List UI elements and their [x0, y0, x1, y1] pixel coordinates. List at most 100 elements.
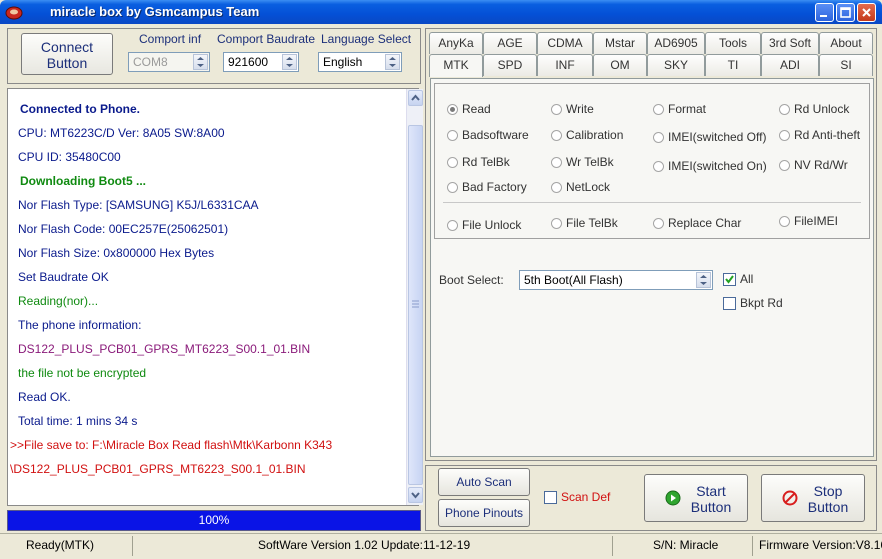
boot-select-value: 5th Boot(All Flash): [524, 273, 623, 287]
checkbox-bkpt-rd[interactable]: Bkpt Rd: [723, 296, 783, 310]
radio-label: NV Rd/Wr: [794, 158, 848, 172]
radio-bad-factory[interactable]: Bad Factory: [447, 180, 527, 194]
language-value: English: [323, 55, 363, 69]
window-title: miracle box by Gsmcampus Team: [50, 4, 260, 19]
maximize-button[interactable]: [836, 3, 855, 22]
tab-about[interactable]: About: [819, 32, 873, 54]
tab-inf[interactable]: INF: [537, 54, 593, 76]
checkbox-empty-icon: [544, 490, 557, 504]
log-line: Read OK.: [18, 390, 71, 404]
radio-label: Badsoftware: [462, 128, 529, 142]
tab-sky[interactable]: SKY: [647, 54, 705, 76]
log-output[interactable]: Connected to Phone. CPU: MT6223C/D Ver: …: [7, 88, 423, 506]
tab-om[interactable]: OM: [593, 54, 647, 76]
log-line: Nor Flash Type: [SAMSUNG] K5J/L6331CAA: [18, 198, 259, 212]
radio-file-imei[interactable]: FileIMEI: [779, 214, 838, 228]
radio-dot-icon: [447, 156, 458, 168]
radio-label: Format: [668, 102, 707, 116]
radio-label: Read: [462, 102, 491, 116]
connect-button[interactable]: Connect Button: [21, 33, 113, 75]
start-button[interactable]: Start Button: [644, 474, 748, 522]
radio-label: Rd Unlock: [794, 102, 850, 116]
tab-anyka[interactable]: AnyKa: [429, 32, 483, 54]
spin-arrows-icon[interactable]: [385, 54, 400, 70]
radio-rd-unlock[interactable]: Rd Unlock: [779, 102, 849, 116]
radio-dot-icon: [653, 131, 664, 143]
tab-3rd-soft[interactable]: 3rd Soft: [761, 32, 819, 54]
radio-replace-char[interactable]: Replace Char: [653, 216, 741, 230]
tab-ad6905[interactable]: AD6905: [647, 32, 705, 54]
status-firmware-version: Firmware Version:V8.16: [759, 538, 882, 552]
tab-age[interactable]: AGE: [483, 32, 537, 54]
radio-calibration[interactable]: Calibration: [551, 128, 623, 142]
radio-dot-icon: [779, 159, 790, 171]
radio-netlock[interactable]: NetLock: [551, 180, 610, 194]
log-line: Set Baudrate OK: [18, 270, 109, 284]
auto-scan-button[interactable]: Auto Scan Button: [438, 468, 530, 515]
action-group: Auto Scan Button Phone Pinouts Scan Def …: [425, 465, 877, 531]
spin-arrows-icon[interactable]: [193, 54, 208, 70]
radio-imei-off[interactable]: IMEI(switched Off): [653, 130, 766, 144]
radio-imei-on[interactable]: IMEI(switched On): [653, 159, 767, 173]
radio-rd-telbk[interactable]: Rd TelBk: [447, 155, 510, 169]
radio-file-telbk[interactable]: File TelBk: [551, 216, 618, 230]
boot-select[interactable]: 5th Boot(All Flash): [519, 270, 713, 290]
tab-ti[interactable]: TI: [705, 54, 761, 76]
tab-si[interactable]: SI: [819, 54, 873, 76]
tab-mtk[interactable]: MTK: [429, 54, 483, 77]
log-line: Downloading Boot5 ...: [20, 174, 146, 188]
radio-label: NetLock: [566, 180, 611, 194]
log-scrollbar[interactable]: [406, 89, 423, 505]
close-button[interactable]: [857, 3, 876, 22]
radio-wr-telbk[interactable]: Wr TelBk: [551, 155, 614, 169]
tab-spd[interactable]: SPD: [483, 54, 537, 76]
scroll-down-icon[interactable]: [408, 487, 423, 503]
radio-write[interactable]: Write: [551, 102, 594, 116]
log-line: DS122_PLUS_PCB01_GPRS_MT6223_S00.1_01.BI…: [18, 342, 311, 356]
language-select[interactable]: English: [318, 52, 402, 72]
radio-rd-antitheft[interactable]: Rd Anti-theft: [779, 128, 860, 142]
stop-button[interactable]: Stop Button: [761, 474, 865, 522]
radio-label: Bad Factory: [462, 180, 527, 194]
checkbox-label: Bkpt Rd: [740, 296, 783, 310]
tab-mstar[interactable]: Mstar: [593, 32, 647, 54]
status-divider: [132, 536, 133, 556]
spin-arrows-icon[interactable]: [282, 54, 297, 70]
radio-dot-icon: [653, 160, 664, 172]
tab-tools[interactable]: Tools: [705, 32, 761, 54]
radio-format[interactable]: Format: [653, 102, 706, 116]
radio-label: Replace Char: [668, 216, 742, 230]
minimize-button[interactable]: [815, 3, 834, 22]
scroll-thumb[interactable]: [408, 125, 423, 485]
comport-select[interactable]: COM8: [128, 52, 210, 72]
radio-file-unlock[interactable]: File Unlock: [447, 218, 521, 232]
progress-bar: 100%: [7, 510, 421, 531]
radio-dot-icon: [447, 181, 458, 193]
radio-dot-icon: [779, 215, 790, 227]
status-bar: Ready(MTK) SoftWare Version 1.02 Update:…: [0, 533, 882, 559]
status-software-version: SoftWare Version 1.02 Update:11-12-19: [258, 538, 471, 552]
radio-label: IMEI(switched On): [668, 159, 767, 173]
phone-pinouts-button[interactable]: Phone Pinouts: [438, 499, 530, 527]
radio-read[interactable]: Read: [447, 102, 491, 116]
radio-label: Rd TelBk: [462, 155, 510, 169]
radio-badsoftware[interactable]: Badsoftware: [447, 128, 529, 142]
checkbox-all[interactable]: All: [723, 272, 753, 286]
play-icon: [665, 490, 681, 509]
radio-dot-icon: [551, 103, 562, 115]
tab-cdma[interactable]: CDMA: [537, 32, 593, 54]
baudrate-select[interactable]: 921600: [223, 52, 299, 72]
radio-label: File TelBk: [566, 216, 618, 230]
checkbox-checked-icon: [723, 272, 736, 286]
radio-label: File Unlock: [462, 218, 522, 232]
mtk-tab-content: Read Write Format Rd Unlock Badsoftware …: [430, 78, 874, 457]
dropdown-arrow-icon[interactable]: [696, 272, 711, 288]
scroll-up-icon[interactable]: [408, 90, 423, 106]
radio-dot-icon: [447, 129, 458, 141]
radio-label: Wr TelBk: [566, 155, 614, 169]
radio-nv-rdwr[interactable]: NV Rd/Wr: [779, 158, 848, 172]
tab-adi[interactable]: ADI: [761, 54, 819, 76]
radio-label: IMEI(switched Off): [668, 130, 767, 144]
checkbox-scan-def[interactable]: Scan Def: [544, 490, 610, 504]
radio-dot-icon: [653, 217, 664, 229]
